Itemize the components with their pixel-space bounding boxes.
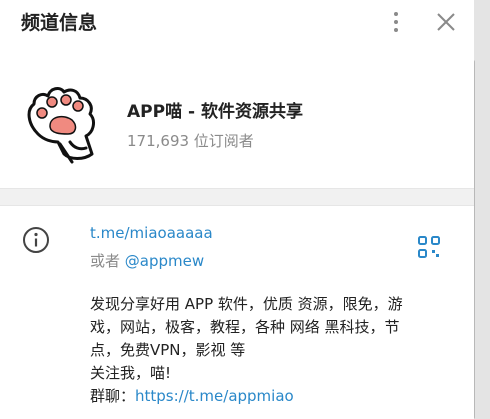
close-button[interactable] [432, 8, 460, 36]
description-line: 点，免费VPN，影视 等 [90, 341, 246, 359]
channel-info-dialog: 频道信息 APP喵 - 软件资源共享 171,693 位订阅者 t.me/mia… [0, 0, 474, 419]
description-line: 发现分享好用 APP 软件，优质 资源，限免，游 [90, 295, 403, 313]
more-dot [394, 28, 398, 32]
username-link[interactable]: @appmew [125, 252, 204, 270]
channel-profile: APP喵 - 软件资源共享 171,693 位订阅者 [0, 70, 474, 180]
alt-username-line: 或者 @appmew [90, 250, 204, 271]
group-prefix: 群聊： [90, 387, 136, 405]
channel-name: APP喵 - 软件资源共享 [127, 102, 303, 122]
dialog-header: 频道信息 [0, 0, 474, 44]
qr-code-icon[interactable] [418, 236, 440, 258]
cat-paw-logo[interactable] [20, 80, 104, 164]
channel-link[interactable]: t.me/miaoaaaaa [90, 224, 213, 242]
channel-description: 发现分享好用 APP 软件，优质 资源，限免，游 戏，网站，极客，教程，各种 网… [90, 293, 458, 408]
group-chat-link[interactable]: https://t.me/appmiao [135, 387, 294, 405]
section-divider [0, 188, 474, 206]
more-options-button[interactable] [384, 8, 408, 36]
dialog-title: 频道信息 [21, 12, 98, 34]
more-dot [394, 20, 398, 24]
close-icon [437, 13, 455, 31]
group-chat-line: 群聊：https://t.me/appmiao [90, 385, 458, 408]
alt-prefix: 或者 [90, 252, 125, 270]
more-vertical-icon [394, 12, 398, 16]
description-line: 戏，网站，极客，教程，各种 网络 黑科技，节 [90, 318, 400, 336]
info-icon [23, 227, 49, 253]
subscriber-count: 171,693 位订阅者 [127, 132, 254, 150]
background-window [474, 0, 490, 419]
description-line: 关注我，喵! [90, 364, 172, 382]
